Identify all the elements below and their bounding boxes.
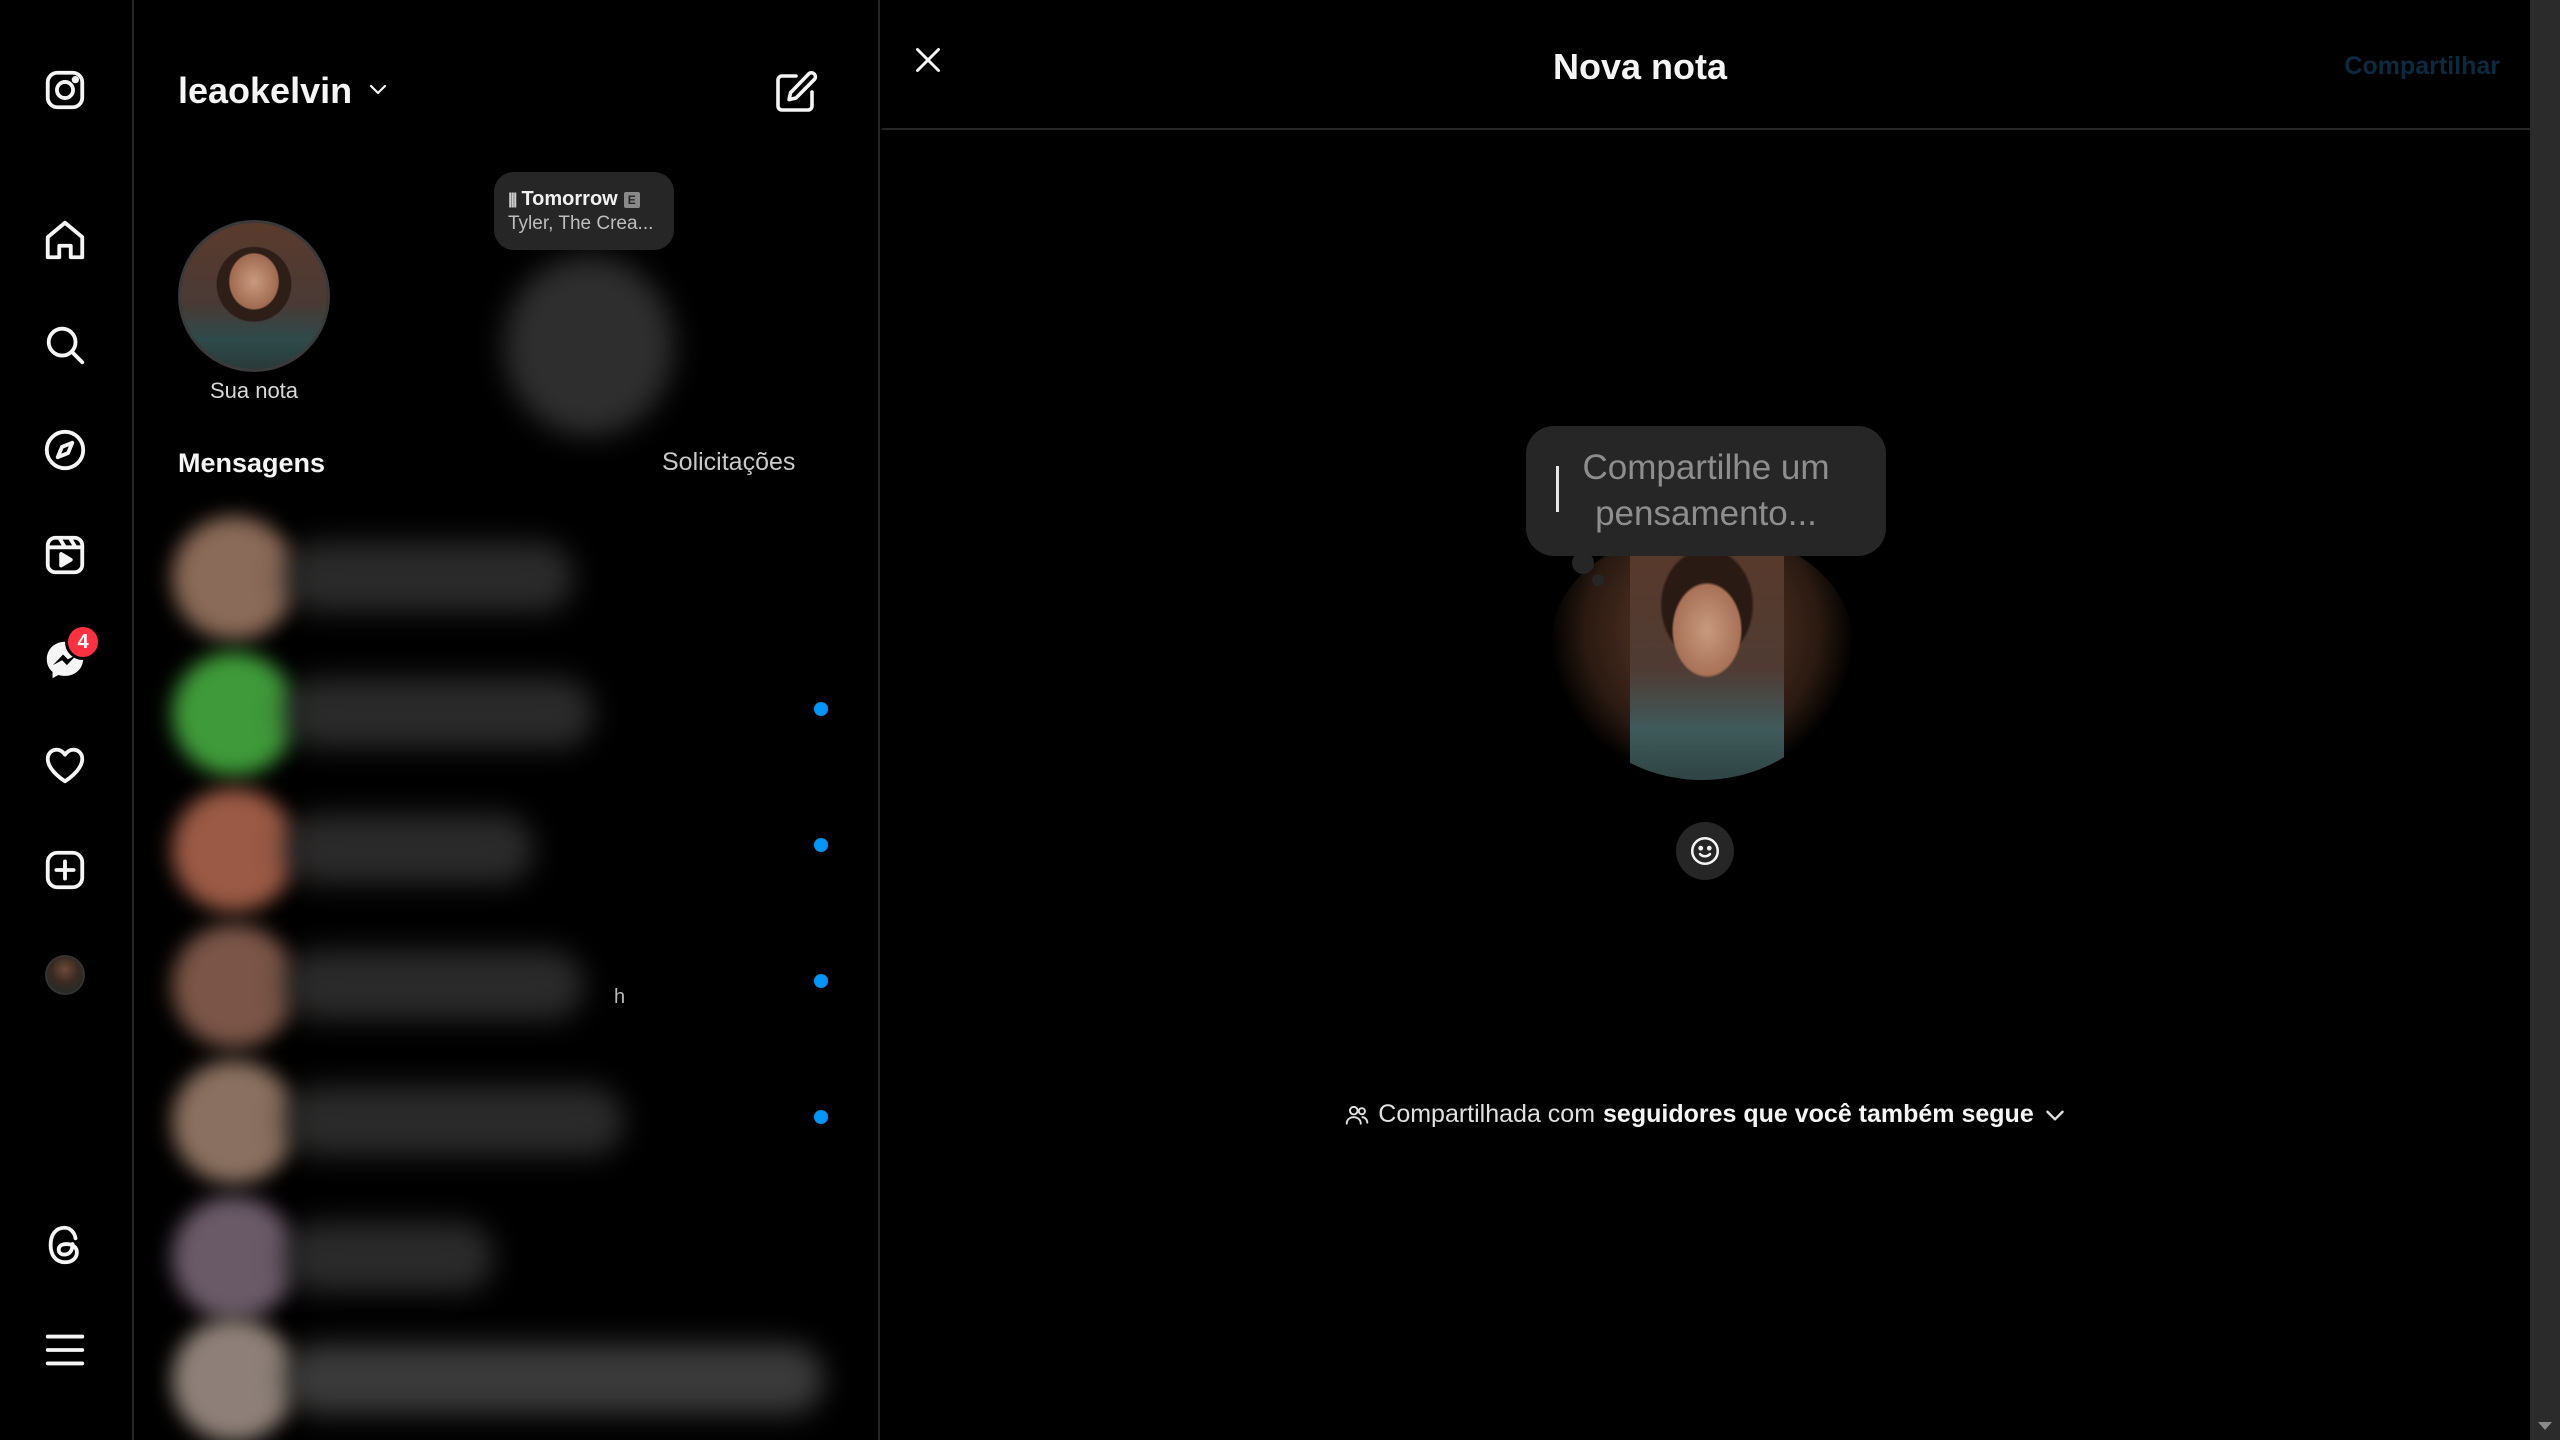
menu-icon[interactable] [37,1322,93,1378]
new-message-button[interactable] [772,68,824,120]
page-title: Nova nota [1552,46,1728,87]
list-item[interactable] [164,1310,844,1440]
my-note[interactable]: Sua nota [176,220,332,404]
messenger-icon[interactable]: 4 [37,624,101,688]
thread-preview [284,678,594,748]
list-item[interactable] [164,644,844,776]
page-scrollbar[interactable] [2530,0,2560,1440]
scroll-down-arrow[interactable] [2538,1422,2552,1430]
requests-link[interactable]: Solicitações [662,448,795,477]
compose-icon [776,71,818,112]
friend-note-avatar[interactable] [504,256,674,436]
account-switcher[interactable]: leaokelvin [178,70,390,112]
avatar [178,220,330,372]
messages-panel: leaokelvin Sua nota ||| Tomorrow E Tyler… [136,0,880,1440]
list-item[interactable] [164,508,844,640]
unread-dot [814,838,828,852]
instagram-icon[interactable] [37,62,93,118]
threads-icon[interactable] [37,1217,93,1273]
avatar [1630,530,1784,780]
audience-value: seguidores que você também segue [1603,1100,2034,1128]
editor-header: Nova nota Compartilhar [882,0,2530,130]
explore-icon[interactable] [37,422,93,478]
new-note-panel: Nova nota Compartilhar Compartilhe um pe… [882,0,2530,1440]
home-icon[interactable] [37,212,93,268]
list-item[interactable] [164,1052,844,1184]
thread-preview [284,1222,494,1292]
avatar [172,516,296,640]
thread-preview [284,1344,824,1414]
heart-icon[interactable] [37,737,93,793]
thread-preview [284,814,534,884]
chevron-down-icon [2045,1110,2064,1121]
note-input[interactable]: Compartilhe um pensamento... [1526,426,1886,556]
explicit-icon: E [623,191,640,208]
thread-time: h [614,986,626,1008]
avatar [172,652,296,776]
avatar [172,1196,296,1320]
bubble-tail [1592,574,1604,586]
my-note-label: Sua nota [209,378,299,403]
people-icon [1345,1105,1369,1125]
reels-icon[interactable] [37,527,93,583]
messages-badge: 4 [65,624,101,660]
list-item[interactable]: h [164,916,844,1048]
text-caret [1556,466,1559,512]
chevron-down-icon [366,77,390,106]
avatar [172,788,296,912]
list-item[interactable] [164,780,844,912]
messages-heading: Mensagens [178,448,326,478]
song-artist: Tyler, The Crea... [508,213,654,234]
avatar [45,955,85,995]
audience-selector[interactable]: Compartilhada com seguidores que você ta… [882,1100,2530,1129]
profile-avatar[interactable] [37,947,93,1003]
share-button[interactable]: Compartilhar [2344,52,2500,81]
thread-preview [284,1086,624,1156]
emoji-button[interactable] [1676,822,1734,880]
music-bars-icon: ||| [508,190,518,208]
unread-dot [814,702,828,716]
music-note-bubble[interactable]: ||| Tomorrow E Tyler, The Crea... [494,172,674,250]
username: leaokelvin [178,70,353,111]
thread-preview [284,542,574,612]
song-title: Tomorrow [521,188,618,210]
create-icon[interactable] [37,842,93,898]
unread-dot [814,974,828,988]
smiley-icon [1690,836,1720,866]
nav-rail: 4 [0,0,134,1440]
note-avatar [1552,530,1852,780]
avatar [172,1060,296,1184]
search-icon[interactable] [37,317,93,373]
list-item[interactable] [164,1188,844,1320]
note-placeholder: Compartilhe um pensamento... [1582,448,1830,533]
thread-preview [284,950,584,1020]
avatar [172,1318,296,1440]
unread-dot [814,1110,828,1124]
avatar [172,924,296,1048]
audience-prefix: Compartilhada com [1378,1100,1596,1128]
